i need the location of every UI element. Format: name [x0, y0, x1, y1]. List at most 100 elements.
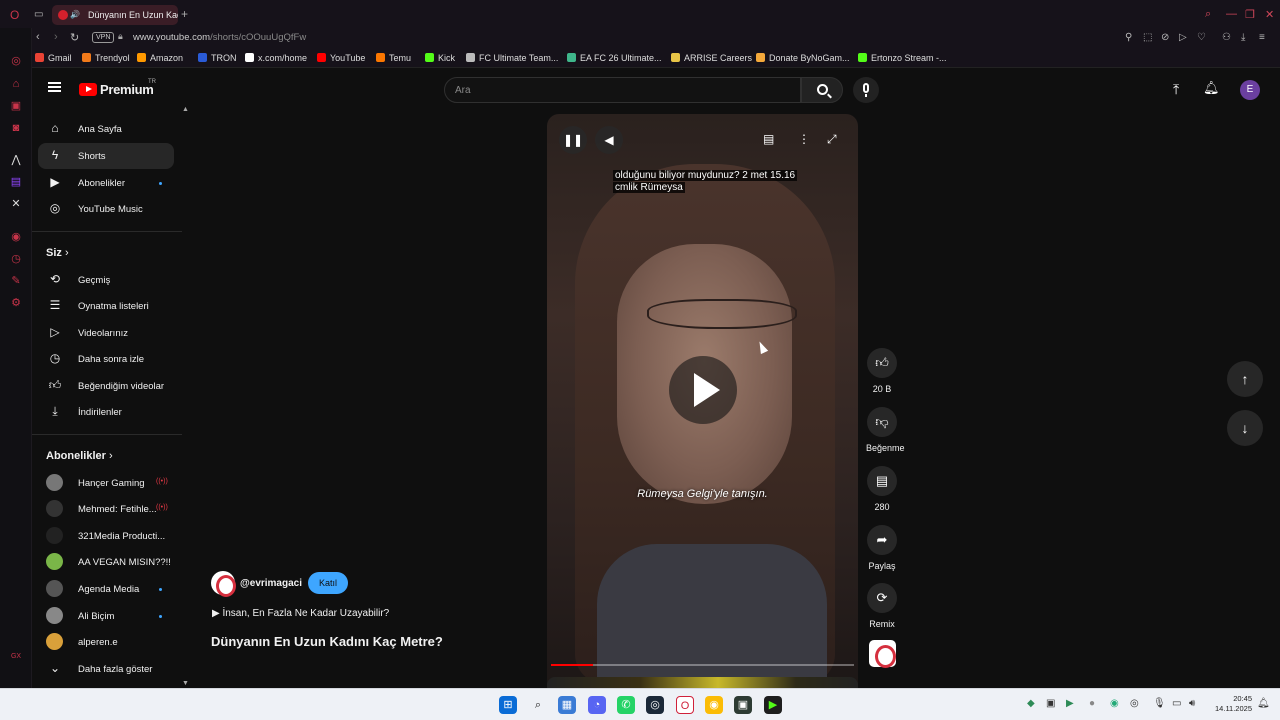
bookmark-item[interactable]: EA FC 26 Ultimate...: [567, 53, 662, 63]
opera-history-icon[interactable]: ◷: [9, 252, 23, 266]
whatsapp-icon[interactable]: ✆: [617, 696, 635, 714]
menu-icon[interactable]: [48, 82, 61, 92]
account-avatar[interactable]: E: [1240, 80, 1260, 100]
back-button[interactable]: ‹: [36, 31, 40, 43]
youtube-logo-icon[interactable]: [79, 83, 97, 96]
taskbar-clock[interactable]: 20:45 14.11.2025: [1206, 694, 1252, 714]
voice-search-button[interactable]: [853, 77, 879, 103]
media-app-icon[interactable]: ▶: [764, 696, 782, 714]
opera-shop-icon[interactable]: ⌂: [9, 77, 23, 91]
pin-icon[interactable]: ⚲: [1125, 32, 1132, 43]
subscription-item[interactable]: Hançer Gaming ((•)): [38, 470, 174, 496]
opera-settings-icon[interactable]: ⚙: [9, 296, 23, 310]
join-button[interactable]: Katıl: [308, 572, 348, 594]
gx-icon[interactable]: GX: [9, 650, 23, 664]
lock-icon[interactable]: 🔒︎: [118, 31, 123, 42]
share-button[interactable]: ➦ Paylaş: [866, 525, 898, 571]
scroll-up-icon[interactable]: ▲: [182, 106, 189, 113]
show-more-button[interactable]: ⌄ Daha fazla göster: [38, 656, 174, 682]
bookmark-item[interactable]: Kick: [425, 53, 455, 63]
sidebar-item[interactable]: ☰ Oynatma listeleri: [38, 293, 174, 319]
tray-volume-icon[interactable]: 🔊︎: [1189, 698, 1195, 709]
tray-app-icon[interactable]: ◆: [1027, 698, 1035, 709]
snapshot-icon[interactable]: ⬚: [1143, 32, 1152, 43]
bookmark-item[interactable]: TRON: [198, 53, 237, 63]
scroll-down-icon[interactable]: ▼: [182, 680, 189, 687]
restore-button[interactable]: ❐: [1245, 8, 1255, 21]
bookmark-item[interactable]: Gmail: [35, 53, 72, 63]
next-short-button[interactable]: ↓: [1227, 410, 1263, 446]
android-app-icon[interactable]: ▣: [734, 696, 752, 714]
bookmark-item[interactable]: Trendyol: [82, 53, 130, 63]
tab-active[interactable]: 🔊 Dünyanın En Uzun Kad: [52, 5, 178, 25]
search-button[interactable]: [801, 77, 843, 103]
fullscreen-icon[interactable]: ⤢: [827, 132, 837, 147]
video-popout-icon[interactable]: ▷: [1179, 32, 1187, 43]
sidebar-item[interactable]: ▷ Videolarınız: [38, 320, 174, 346]
twitch-icon[interactable]: ▤: [9, 175, 23, 189]
easy-setup-icon[interactable]: ≡: [1259, 32, 1265, 43]
dislike-button[interactable]: 👎︎ Beğenme: [866, 407, 905, 453]
sidebar-item[interactable]: ▶ Abonelikler: [38, 170, 174, 196]
reload-button[interactable]: ↻: [70, 31, 79, 44]
search-input[interactable]: Ara: [444, 77, 801, 103]
pause-button[interactable]: ❚❚: [559, 126, 587, 154]
bookmark-item[interactable]: Donate ByNoGam...: [756, 53, 850, 63]
opera-gx-taskbar-icon[interactable]: O: [676, 696, 694, 714]
workspaces-icon[interactable]: ▭: [34, 9, 43, 20]
opera-flow-icon[interactable]: ◉: [9, 230, 23, 244]
like-button[interactable]: 👍︎ 20 B: [866, 348, 898, 394]
progress-bar[interactable]: [551, 664, 854, 666]
volume-button[interactable]: ◀: [595, 126, 623, 154]
notifications-icon[interactable]: 🔔︎: [1257, 698, 1270, 709]
tray-steam-icon[interactable]: ◎: [1130, 698, 1139, 709]
more-options-icon[interactable]: ⋮: [798, 132, 810, 146]
audio-icon[interactable]: 🔊: [70, 5, 80, 25]
section-heading-subscriptions[interactable]: Abonelikler ›: [46, 450, 113, 462]
sidebar-item[interactable]: 👍︎ Beğendiğim videolar: [38, 373, 174, 399]
forward-button[interactable]: ›: [54, 31, 58, 43]
next-short-preview[interactable]: [547, 677, 858, 688]
sidebar-item[interactable]: ϟ Shorts: [38, 143, 174, 169]
create-upload-icon[interactable]: ⤒: [1173, 81, 1179, 98]
url-field[interactable]: www.youtube.com/shorts/cOOuuUgQfFw: [133, 32, 306, 43]
search-taskbar-icon[interactable]: ⌕: [529, 696, 547, 714]
tray-nvidia-icon[interactable]: ▣: [1046, 698, 1055, 709]
tray-circle-icon[interactable]: ●: [1089, 698, 1095, 709]
tray-kick-icon[interactable]: ▶: [1066, 698, 1074, 709]
playlist-link[interactable]: ▶ İnsan, En Fazla Ne Kadar Uzayabilir?: [212, 608, 389, 619]
remix-button[interactable]: ⟳ Remix: [866, 583, 898, 629]
comments-button[interactable]: ▤ 280: [866, 466, 898, 512]
x-icon[interactable]: ✕: [9, 197, 23, 211]
close-window-button[interactable]: ✕: [1265, 8, 1274, 21]
opera-menu-icon[interactable]: O: [10, 8, 19, 22]
steam-icon[interactable]: ◎: [646, 696, 664, 714]
bookmark-item[interactable]: YouTube: [317, 53, 365, 63]
captions-icon[interactable]: ▤: [763, 132, 774, 146]
bookmark-item[interactable]: ARRISE Careers: [671, 53, 752, 63]
tray-vpn-icon[interactable]: ◉: [1110, 698, 1119, 709]
bookmark-item[interactable]: Ertonzo Stream -...: [858, 53, 947, 63]
subscription-item[interactable]: alperen.e: [38, 629, 174, 655]
tray-network-icon[interactable]: ▭: [1172, 698, 1181, 709]
heart-icon[interactable]: ♡: [1197, 32, 1206, 43]
channel-handle[interactable]: @evrimagaci: [240, 578, 302, 589]
sidebar-item[interactable]: ⌂ Ana Sayfa: [38, 116, 174, 142]
subscription-item[interactable]: AA VEGAN MISIN??!!: [38, 549, 174, 575]
windows-start-icon[interactable]: ⊞: [499, 696, 517, 714]
discord-icon[interactable]: ◔: [588, 696, 606, 714]
bookmark-item[interactable]: x.com/home: [245, 53, 307, 63]
opera-apps-icon[interactable]: ⋀: [9, 153, 23, 167]
minimize-button[interactable]: —: [1226, 8, 1237, 20]
bookmark-item[interactable]: Amazon: [137, 53, 183, 63]
download-icon[interactable]: ⤓: [1241, 32, 1245, 43]
search-tabs-icon[interactable]: ⌕: [1205, 8, 1211, 21]
shorts-video-player[interactable]: ❚❚ ◀ ▤ ⋮ ⤢ olduğunu biliyor muydunuz? 2 …: [547, 114, 858, 688]
subscription-item[interactable]: Ali Biçim: [38, 603, 174, 629]
sidebar-item[interactable]: ◎ YouTube Music: [38, 196, 174, 222]
video-title[interactable]: Dünyanın En Uzun Kadını Kaç Metre?: [211, 634, 443, 649]
opera-player-icon[interactable]: ◙: [9, 121, 23, 135]
youtube-logo-text[interactable]: Premium: [100, 82, 154, 97]
profile-icon[interactable]: ⚇: [1222, 32, 1231, 43]
sidebar-item[interactable]: ⟲ Geçmiş: [38, 267, 174, 293]
